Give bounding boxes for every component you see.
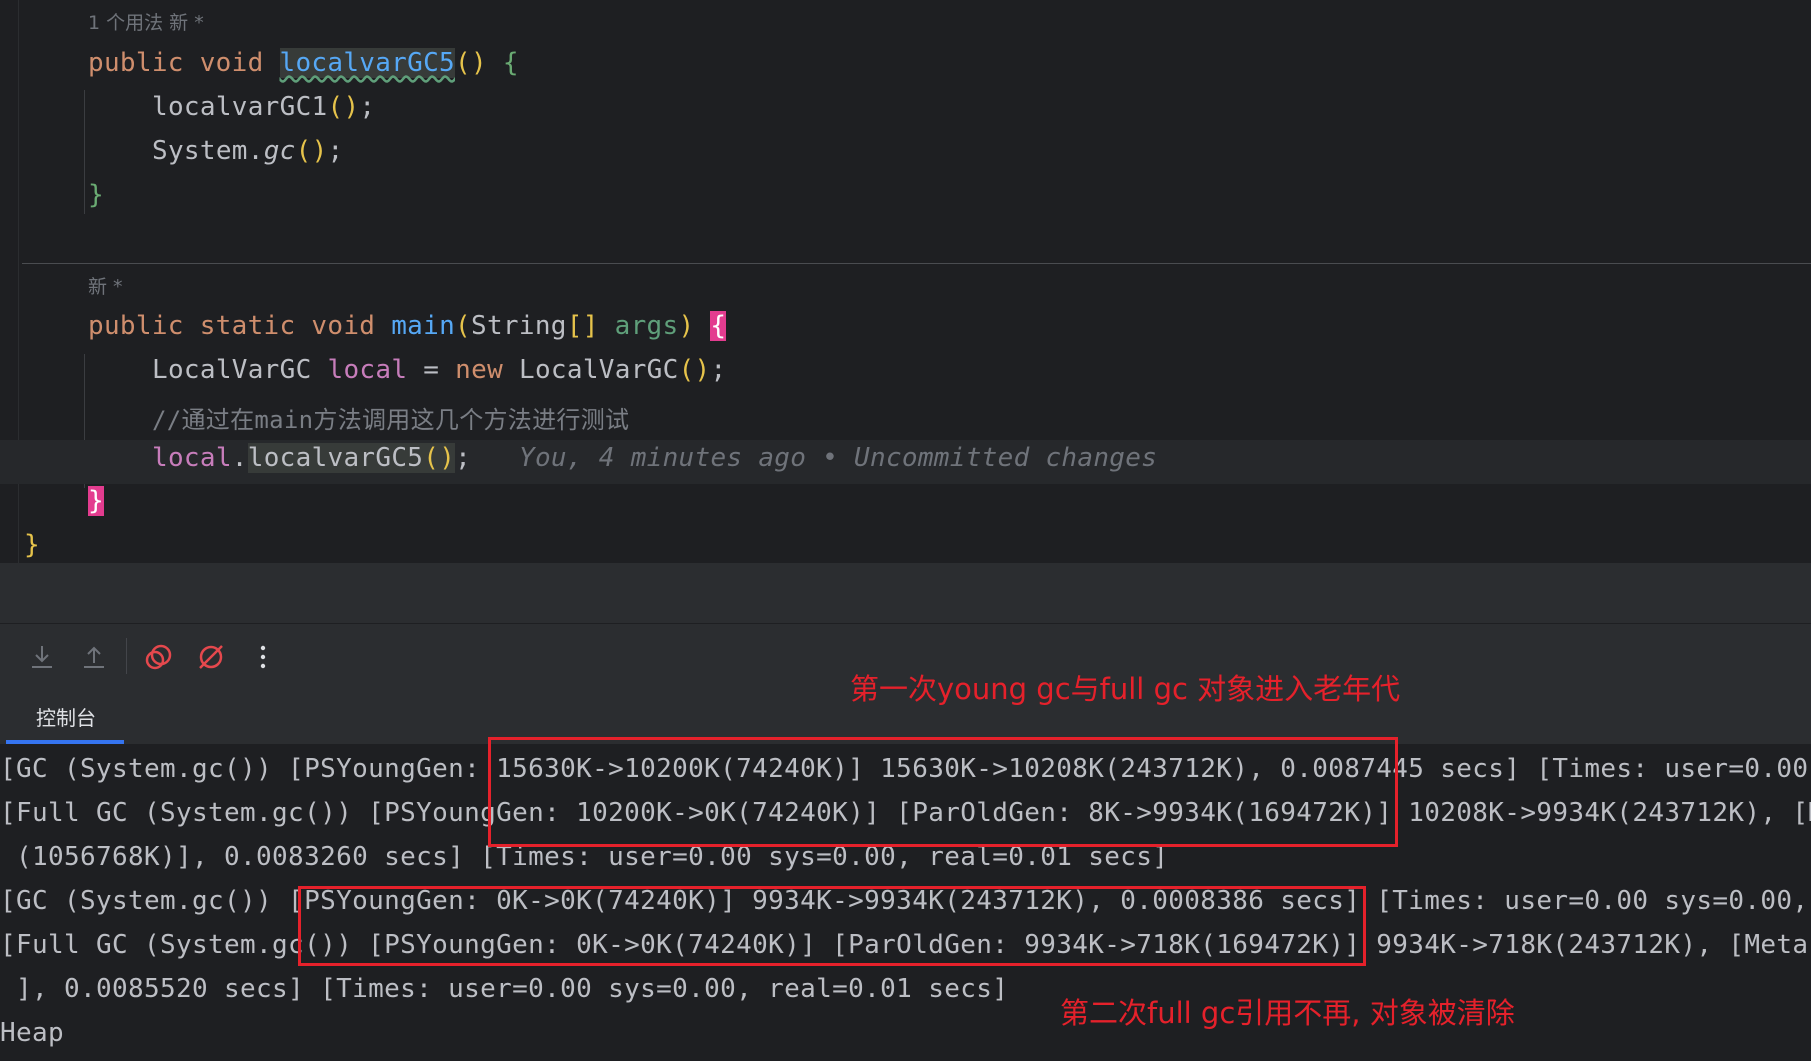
parens: ()	[423, 443, 456, 473]
type: String	[471, 311, 567, 341]
method-name[interactable]: main	[391, 311, 455, 341]
editor-bottom-strip	[0, 563, 1811, 623]
parameter: args	[614, 311, 679, 341]
brackets: []	[566, 311, 599, 341]
keyword: static	[199, 311, 296, 341]
method-name[interactable]: localvarGC5	[279, 48, 455, 78]
parens: ()	[327, 92, 360, 122]
indent-guide	[84, 90, 85, 214]
keyword: void	[199, 48, 264, 78]
highlight-box-second	[298, 886, 1366, 966]
method-separator	[22, 263, 1811, 264]
keyword: public	[88, 311, 184, 341]
code-editor[interactable]: 1 个用法 新 * public void localvarGC5() { lo…	[0, 0, 1811, 563]
code-line-current: local.localvarGC5(); You, 4 minutes ago …	[152, 443, 1157, 473]
method-call[interactable]: localvarGC1	[152, 92, 328, 122]
method-signature-main: public static void main(String[] args) {	[88, 311, 727, 341]
local-variable[interactable]: local	[328, 355, 408, 385]
close-brace: }	[88, 486, 104, 516]
highlight-box-first	[488, 737, 1398, 847]
code-line: LocalVarGC local = new LocalVarGC();	[152, 355, 726, 385]
semicolon: ;	[455, 443, 472, 473]
code-comment: //通过在main方法调用这几个方法进行测试	[152, 406, 630, 434]
method-call[interactable]: localvarGC5	[247, 443, 424, 473]
partial-icon	[0, 640, 20, 674]
dot: .	[231, 443, 248, 473]
semicolon: ;	[710, 355, 727, 385]
method-signature-localvargc5: public void localvarGC5() {	[88, 48, 519, 78]
keyword: public	[88, 48, 184, 78]
operator: =	[407, 355, 456, 385]
method-call[interactable]: gc	[264, 136, 296, 166]
local-variable[interactable]: local	[152, 443, 232, 473]
keyword: void	[311, 311, 376, 341]
tab-console[interactable]: 控制台	[8, 689, 124, 744]
open-brace: {	[502, 48, 519, 78]
type: LocalVarGC	[152, 355, 312, 385]
new-hint[interactable]: 新 *	[88, 272, 123, 299]
download-icon[interactable]	[25, 640, 59, 674]
parens: ()	[678, 355, 711, 385]
parens: ()	[295, 136, 328, 166]
semicolon: ;	[359, 92, 376, 122]
constructor: LocalVarGC	[519, 355, 679, 385]
git-blame-inlay[interactable]: You, 4 minutes ago • Uncommitted changes	[519, 443, 1157, 473]
semicolon: ;	[327, 136, 344, 166]
code-line: localvarGC1();	[152, 92, 375, 122]
restart-icon[interactable]	[142, 640, 176, 674]
parens: ()	[455, 48, 487, 78]
toolbar-separator	[126, 638, 127, 674]
open-brace: {	[710, 311, 727, 341]
close-brace: }	[88, 180, 104, 210]
upload-icon[interactable]	[77, 640, 111, 674]
annotation-second-gc: 第二次full gc引用不再, 对象被清除	[1060, 996, 1515, 1030]
paren: )	[678, 311, 695, 341]
keyword: new	[455, 355, 504, 385]
console-line: ], 0.0085520 secs] [Times: user=0.00 sys…	[0, 974, 1009, 1004]
annotation-first-gc: 第一次young gc与full gc 对象进入老年代	[850, 672, 1401, 706]
class-ref: System.	[152, 136, 264, 166]
code-line: System.gc();	[152, 136, 344, 166]
more-icon[interactable]	[246, 640, 280, 674]
class-close-brace: }	[24, 530, 40, 560]
usage-hint[interactable]: 1 个用法 新 *	[88, 8, 204, 35]
paren: (	[455, 311, 471, 341]
console-line: Heap	[0, 1018, 65, 1048]
clear-icon[interactable]	[194, 640, 228, 674]
